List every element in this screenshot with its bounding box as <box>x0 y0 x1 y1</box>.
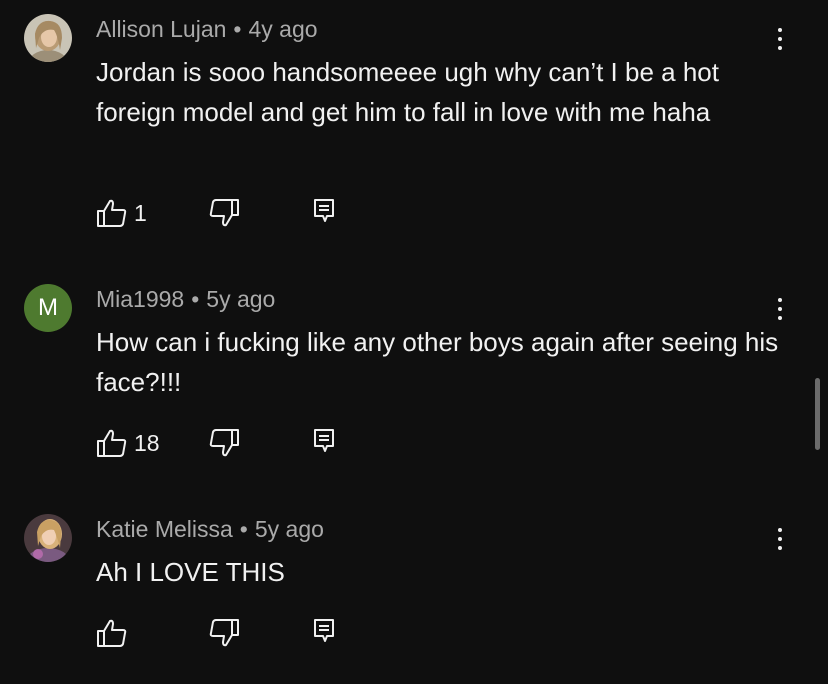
thumbs-up-icon <box>97 619 127 647</box>
thumbs-up-icon <box>97 199 127 227</box>
comment-text: Jordan is sooo handsomeeee ugh why can’t… <box>96 57 719 127</box>
avatar-photo <box>24 514 72 562</box>
comment-meta: Allison Lujan • 4y ago <box>96 15 318 43</box>
meta-separator: • <box>233 16 242 42</box>
like-button[interactable]: 1 <box>96 198 147 228</box>
comment-time[interactable]: 5y ago <box>255 516 324 542</box>
thumbs-up-icon <box>97 429 127 457</box>
reply-comment-icon <box>314 199 334 222</box>
thumbs-down-icon <box>209 429 239 457</box>
avatar-photo <box>24 14 72 62</box>
more-vertical-icon[interactable] <box>768 294 792 324</box>
comment-meta: Katie Melissa • 5y ago <box>96 515 324 543</box>
avatar[interactable] <box>24 514 72 562</box>
dislike-button[interactable] <box>208 428 240 458</box>
comments-panel: Allison Lujan • 4y ago Jordan is sooo hand… <box>0 0 828 684</box>
avatar-letter: M <box>38 294 58 321</box>
author-name[interactable]: Katie Melissa <box>96 516 233 542</box>
like-button[interactable] <box>96 618 134 648</box>
thumbs-down-icon <box>209 619 239 647</box>
thumbs-down-icon <box>209 199 239 227</box>
like-count: 1 <box>134 200 147 226</box>
author-name[interactable]: Mia1998 <box>96 286 184 312</box>
like-count: 18 <box>134 430 160 456</box>
comment-actions: 1 <box>96 198 356 230</box>
comment-text: Ah I LOVE THIS <box>96 557 285 587</box>
dislike-button[interactable] <box>208 618 240 648</box>
avatar[interactable] <box>24 14 72 62</box>
reply-comment-icon <box>314 619 334 642</box>
reply-button[interactable] <box>313 428 335 454</box>
like-button[interactable]: 18 <box>96 428 160 458</box>
scrollbar-thumb[interactable] <box>815 378 820 450</box>
reply-button[interactable] <box>313 618 335 644</box>
comment-time[interactable]: 4y ago <box>248 16 317 42</box>
comment-text: How can i fucking like any other boys ag… <box>96 327 779 397</box>
comment-time[interactable]: 5y ago <box>206 286 275 312</box>
meta-separator: • <box>191 286 200 312</box>
avatar[interactable]: M <box>24 284 72 332</box>
author-name[interactable]: Allison Lujan <box>96 16 226 42</box>
more-vertical-icon[interactable] <box>768 524 792 554</box>
comment-actions: 18 <box>96 428 356 460</box>
reply-comment-icon <box>314 429 334 452</box>
comment-meta: Mia1998 • 5y ago <box>96 285 275 313</box>
dislike-button[interactable] <box>208 198 240 228</box>
meta-separator: • <box>239 516 248 542</box>
reply-button[interactable] <box>313 198 335 224</box>
comment-actions <box>96 618 356 650</box>
more-vertical-icon[interactable] <box>768 24 792 54</box>
